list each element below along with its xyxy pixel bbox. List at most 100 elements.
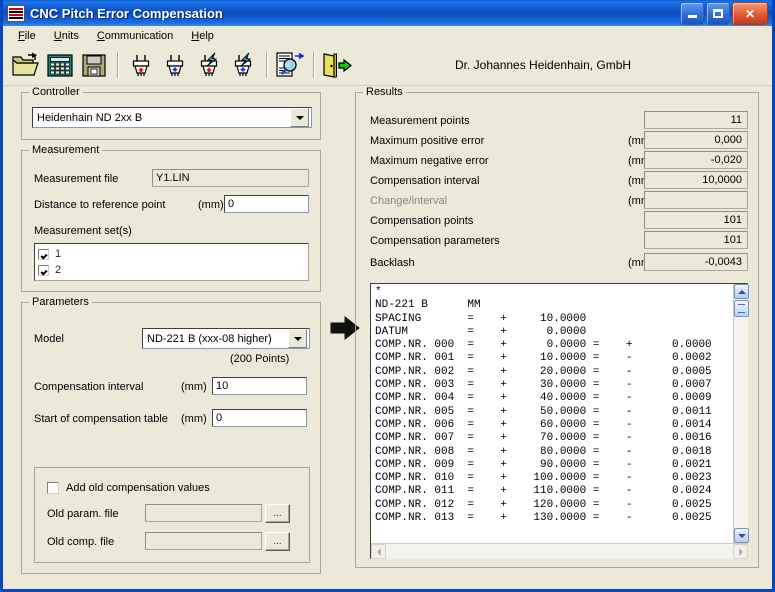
- list-item-label: 1: [55, 248, 62, 260]
- result-label: Compensation points: [370, 215, 474, 227]
- close-button[interactable]: ✕: [732, 2, 768, 25]
- scroll-left-button[interactable]: [371, 544, 386, 559]
- old-values-panel: Add old compensation values Old param. f…: [34, 467, 310, 563]
- listing-horizontal-scrollbar[interactable]: [371, 543, 748, 559]
- start-table-input[interactable]: 0: [212, 409, 307, 427]
- results-group: Results Measurement points 11 Maximum po…: [355, 86, 759, 568]
- grip-icon: [738, 304, 745, 313]
- start-table-unit-label: (mm): [181, 413, 207, 425]
- parameters-legend: Parameters: [29, 296, 92, 308]
- chevron-up-icon: [737, 289, 746, 294]
- controller-legend: Controller: [29, 86, 83, 98]
- save-button[interactable]: [77, 48, 111, 82]
- result-label: Backlash: [370, 257, 415, 269]
- comp-interval-input[interactable]: 10: [212, 377, 307, 395]
- measurement-file-label: Measurement file: [34, 173, 119, 185]
- scroll-thumb[interactable]: [734, 300, 749, 317]
- list-item-label: 2: [55, 264, 62, 276]
- calculator-icon: [47, 54, 73, 77]
- chevron-down-icon[interactable]: [290, 108, 309, 127]
- scroll-up-button[interactable]: [734, 284, 749, 299]
- measurement-sets-listbox[interactable]: 1 2: [34, 243, 309, 281]
- close-icon: ✕: [744, 6, 756, 21]
- company-label: Dr. Johannes Heidenhain, GmbH: [455, 58, 632, 72]
- plug-download-blue-icon: [166, 55, 184, 76]
- result-value: 0,000: [644, 131, 748, 149]
- maximize-icon: [713, 9, 723, 18]
- distance-unit-label: (mm): [198, 199, 224, 211]
- comp-interval-unit-label: (mm): [181, 381, 207, 393]
- title-bar[interactable]: CNC Pitch Error Compensation ✕: [3, 0, 772, 26]
- distance-input[interactable]: 0: [224, 195, 309, 213]
- result-label: Change/interval: [370, 195, 448, 207]
- compensation-listing-text: * ND-221 B MM SPACING = + 10.0000 DATUM …: [375, 286, 712, 525]
- send-button[interactable]: [124, 48, 158, 82]
- add-old-values-checkbox[interactable]: Add old compensation values: [47, 482, 210, 494]
- result-value: [644, 191, 748, 209]
- plug-upload-fast-red-icon: [200, 52, 218, 76]
- scroll-down-button[interactable]: [734, 528, 749, 543]
- open-file-button[interactable]: [9, 48, 43, 82]
- receive-fast-button[interactable]: [226, 48, 260, 82]
- menu-file-rest: ile: [24, 29, 36, 42]
- result-value: 101: [644, 231, 748, 249]
- measurement-sets-label: Measurement set(s): [34, 225, 132, 237]
- listing-vertical-scrollbar[interactable]: [733, 284, 749, 543]
- minimize-icon: [687, 15, 697, 18]
- exit-button[interactable]: [320, 48, 354, 82]
- result-value: 101: [644, 211, 748, 229]
- list-item[interactable]: 2: [38, 262, 308, 278]
- toolbar: Dr. Johannes Heidenhain, GmbH: [3, 45, 772, 86]
- result-label: Maximum negative error: [370, 155, 489, 167]
- checkbox-icon[interactable]: [47, 482, 59, 494]
- checkbox-icon[interactable]: [38, 264, 49, 276]
- start-table-label: Start of compensation table: [34, 413, 168, 425]
- save-diskette-icon: [82, 54, 106, 77]
- open-file-icon: [12, 52, 39, 76]
- old-param-browse-button[interactable]: ...: [265, 504, 290, 523]
- comp-interval-label: Compensation interval: [34, 381, 144, 393]
- calculator-button[interactable]: [43, 48, 77, 82]
- chevron-down-icon[interactable]: [288, 329, 307, 348]
- result-value: -0,0043: [644, 253, 748, 271]
- controller-select-value: Heidenhain ND 2xx B: [37, 111, 143, 124]
- measurement-file-field: Y1.LIN: [152, 169, 309, 187]
- old-param-file-field[interactable]: [145, 504, 262, 522]
- list-item[interactable]: 1: [38, 246, 308, 262]
- distance-label: Distance to reference point: [34, 199, 166, 211]
- old-comp-file-label: Old comp. file: [47, 536, 115, 548]
- result-label: Compensation interval: [370, 175, 480, 187]
- maximize-button[interactable]: [706, 2, 730, 25]
- minimize-button[interactable]: [680, 2, 704, 25]
- preview-button[interactable]: [273, 48, 307, 82]
- menu-item-communication[interactable]: Communication: [88, 29, 182, 43]
- menu-communication-rest: ommunication: [104, 29, 174, 42]
- checkbox-icon[interactable]: [38, 248, 49, 260]
- chevron-down-icon: [737, 533, 746, 538]
- menu-bar: File Units Communication Help: [3, 26, 772, 45]
- model-points-note: (200 Points): [230, 353, 290, 365]
- receive-button[interactable]: [158, 48, 192, 82]
- controller-select[interactable]: Heidenhain ND 2xx B: [32, 107, 312, 128]
- document-preview-icon: [276, 52, 305, 77]
- model-select[interactable]: ND-221 B (xxx-08 higher): [142, 328, 310, 349]
- menu-item-units[interactable]: Units: [45, 29, 88, 43]
- toolbar-separator-3: [313, 52, 314, 78]
- menu-item-help[interactable]: Help: [182, 29, 223, 43]
- window-controls: ✕: [680, 2, 768, 25]
- add-old-values-label: Add old compensation values: [66, 482, 210, 494]
- send-fast-button[interactable]: [192, 48, 226, 82]
- old-comp-file-field[interactable]: [145, 532, 262, 550]
- model-label: Model: [34, 333, 64, 345]
- scroll-right-button[interactable]: [733, 544, 748, 559]
- toolbar-separator-2: [266, 52, 267, 78]
- result-value: -0,020: [644, 151, 748, 169]
- compensation-listing[interactable]: * ND-221 B MM SPACING = + 10.0000 DATUM …: [370, 283, 748, 559]
- chevron-left-icon: [376, 547, 381, 556]
- old-comp-browse-button[interactable]: ...: [265, 532, 290, 551]
- model-select-value: ND-221 B (xxx-08 higher): [147, 332, 272, 345]
- plug-upload-red-icon: [132, 55, 150, 76]
- result-value: 11: [644, 111, 748, 129]
- menu-item-file[interactable]: File: [9, 29, 45, 43]
- result-label: Maximum positive error: [370, 135, 485, 147]
